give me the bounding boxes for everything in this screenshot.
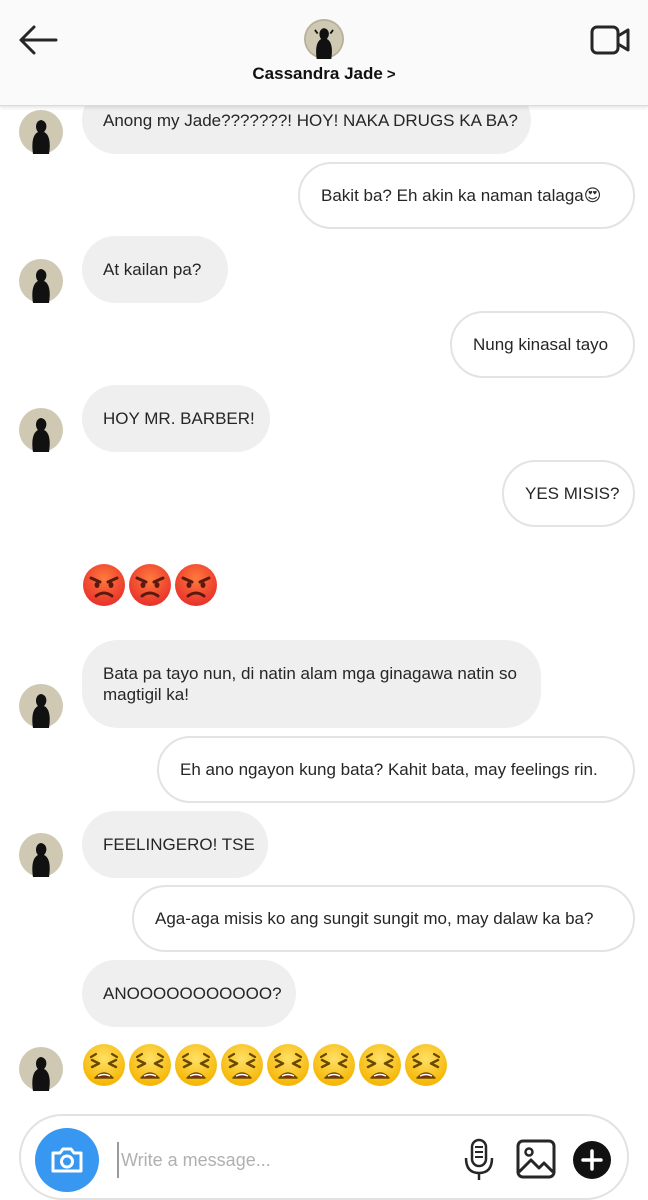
emoji-message[interactable] bbox=[82, 563, 218, 607]
video-call-button[interactable] bbox=[588, 22, 632, 58]
message-text: YES MISIS? bbox=[525, 484, 620, 503]
camera-button[interactable] bbox=[35, 1128, 99, 1192]
contact-avatar[interactable] bbox=[304, 19, 344, 59]
message-text: Bata pa tayo nun, di natin alam mga gina… bbox=[103, 664, 517, 704]
tired-face-icon bbox=[313, 1044, 355, 1086]
message-text: Nung kinasal tayo bbox=[473, 335, 609, 354]
avatar-image bbox=[19, 1047, 63, 1091]
contact-name-text: Cassandra Jade bbox=[252, 64, 383, 83]
message-text: Anong my Jade???????! HOY! NAKA DRUGS KA… bbox=[103, 110, 518, 130]
sender-avatar[interactable] bbox=[19, 259, 63, 303]
avatar-image bbox=[19, 408, 63, 452]
tired-face-icon bbox=[83, 1044, 125, 1086]
microphone-button[interactable] bbox=[461, 1138, 497, 1182]
avatar-image bbox=[19, 684, 63, 728]
message-text: HOY MR. BARBER! bbox=[103, 409, 255, 428]
tired-face-icon bbox=[129, 1044, 171, 1086]
message-bubble-incoming[interactable]: Bata pa tayo nun, di natin alam mga gina… bbox=[82, 640, 541, 728]
video-call-icon bbox=[590, 25, 630, 55]
message-bubble-outgoing[interactable]: Bakit ba? Eh akin ka naman talaga😍 bbox=[298, 162, 635, 229]
avatar-image bbox=[304, 19, 344, 59]
angry-face-icon bbox=[129, 564, 171, 606]
sender-avatar[interactable] bbox=[19, 110, 63, 154]
plus-icon bbox=[573, 1141, 611, 1179]
message-text: ANOOOOOOOOOOO? bbox=[103, 984, 282, 1003]
avatar-image bbox=[19, 110, 63, 154]
message-bubble-outgoing[interactable]: Eh ano ngayon kung bata? Kahit bata, may… bbox=[157, 736, 635, 803]
message-bubble-outgoing[interactable]: YES MISIS? bbox=[502, 460, 635, 527]
microphone-icon bbox=[464, 1138, 494, 1180]
avatar-image bbox=[19, 259, 63, 303]
angry-face-icon bbox=[83, 564, 125, 606]
message-text: FEELINGERO! TSE bbox=[103, 835, 255, 854]
message-text: Eh ano ngayon kung bata? Kahit bata, may… bbox=[180, 760, 598, 779]
tired-face-icon bbox=[175, 1044, 217, 1086]
message-text: At kailan pa? bbox=[103, 260, 202, 279]
message-bubble-outgoing[interactable]: Nung kinasal tayo bbox=[450, 311, 635, 378]
message-bubble-incoming[interactable]: ANOOOOOOOOOOO? bbox=[82, 960, 296, 1027]
sender-avatar[interactable] bbox=[19, 833, 63, 877]
message-input[interactable] bbox=[117, 1142, 447, 1178]
angry-face-icon bbox=[175, 564, 217, 606]
sender-avatar[interactable] bbox=[19, 408, 63, 452]
tired-face-icon bbox=[405, 1044, 447, 1086]
tired-face-icon bbox=[359, 1044, 401, 1086]
chevron-right-icon: > bbox=[386, 66, 396, 83]
message-text: Aga-aga misis ko ang sungit sungit mo, m… bbox=[155, 909, 594, 928]
chat-header: Cassandra Jade > bbox=[0, 0, 648, 106]
camera-icon bbox=[51, 1147, 83, 1173]
message-bubble-incoming[interactable]: FEELINGERO! TSE bbox=[82, 811, 268, 878]
message-bubble-outgoing[interactable]: Aga-aga misis ko ang sungit sungit mo, m… bbox=[132, 885, 635, 952]
emoji-message[interactable] bbox=[82, 1043, 448, 1087]
message-text: Bakit ba? Eh akin ka naman talaga😍 bbox=[321, 186, 602, 205]
message-bubble-incoming[interactable]: HOY MR. BARBER! bbox=[82, 385, 270, 452]
back-button[interactable] bbox=[16, 22, 60, 58]
message-composer bbox=[19, 1114, 629, 1200]
message-bubble-incoming[interactable]: At kailan pa? bbox=[82, 236, 228, 303]
back-arrow-icon bbox=[19, 25, 58, 55]
more-options-button[interactable] bbox=[572, 1140, 612, 1180]
contact-name[interactable]: Cassandra Jade > bbox=[0, 64, 648, 84]
sender-avatar[interactable] bbox=[19, 684, 63, 728]
avatar-image bbox=[19, 833, 63, 877]
gallery-button[interactable] bbox=[515, 1138, 557, 1180]
tired-face-icon bbox=[221, 1044, 263, 1086]
gallery-icon bbox=[516, 1139, 556, 1179]
sender-avatar[interactable] bbox=[19, 1047, 63, 1091]
tired-face-icon bbox=[267, 1044, 309, 1086]
